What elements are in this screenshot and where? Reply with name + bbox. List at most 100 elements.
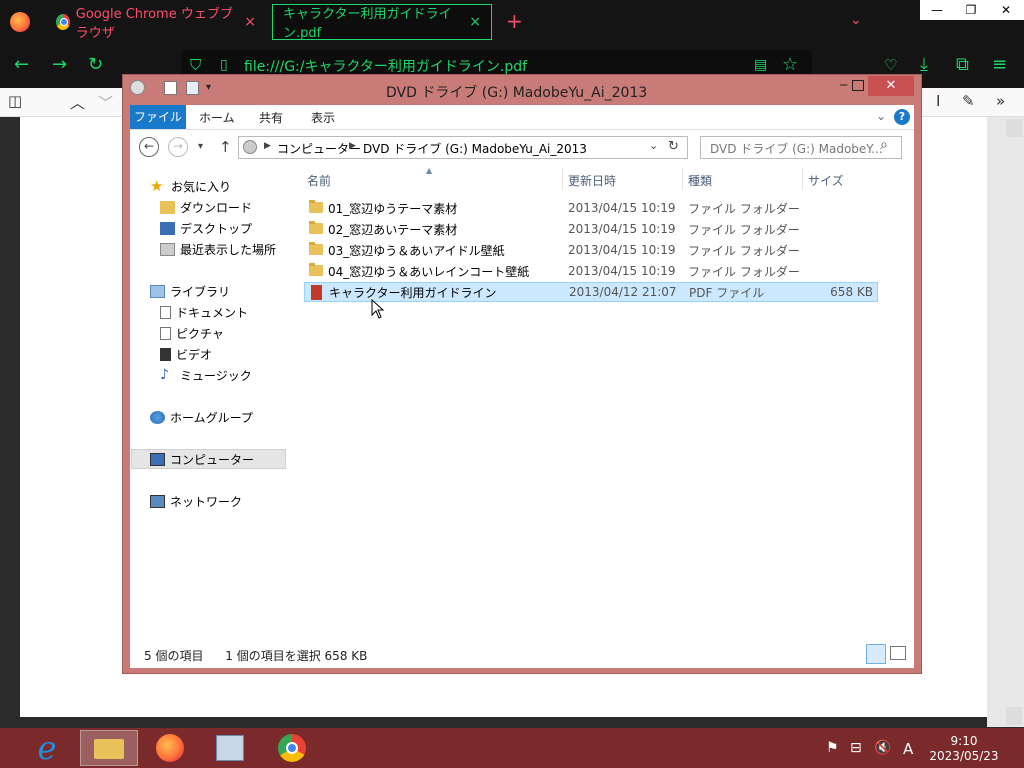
chrome-icon[interactable] bbox=[264, 730, 322, 766]
back-arrow-icon[interactable]: ← bbox=[14, 55, 29, 75]
column-divider[interactable] bbox=[682, 168, 683, 190]
tab-view[interactable]: 表示 bbox=[311, 109, 335, 126]
maximize-button[interactable]: ❐ bbox=[954, 0, 988, 20]
file-row[interactable]: 03_窓辺ゆう＆あいアイドル壁紙 2013/04/15 10:19 ファイル フ… bbox=[304, 240, 878, 260]
close-tab-icon[interactable]: × bbox=[244, 14, 256, 30]
documents-icon bbox=[160, 305, 171, 319]
computer-icon bbox=[150, 452, 165, 466]
sidebar-toggle-icon[interactable]: ◫ bbox=[8, 92, 22, 110]
homegroup-icon bbox=[150, 410, 165, 424]
nav-videos[interactable]: ビデオ bbox=[160, 345, 212, 363]
tab-home[interactable]: ホーム bbox=[199, 109, 235, 126]
previous-page-icon[interactable]: ︿ bbox=[70, 92, 85, 113]
nav-label: ビデオ bbox=[176, 347, 213, 362]
nav-recent-places[interactable]: 最近表示した場所 bbox=[160, 240, 276, 258]
shield-icon[interactable]: ⛉ bbox=[190, 55, 201, 75]
reader-view-icon[interactable]: ▤ bbox=[754, 55, 767, 75]
back-button-icon[interactable]: ← bbox=[139, 137, 159, 157]
nav-downloads[interactable]: ダウンロード bbox=[160, 198, 252, 216]
desktop-icon bbox=[160, 221, 175, 235]
menu-icon[interactable]: ≡ bbox=[992, 55, 1007, 75]
next-page-icon[interactable]: ﹀ bbox=[98, 92, 113, 113]
tab-share[interactable]: 共有 bbox=[259, 109, 283, 126]
address-dropdown-icon[interactable]: ⌄ bbox=[649, 139, 658, 152]
tab-label: キャラクター利用ガイドライン.pdf bbox=[283, 7, 452, 41]
clock[interactable]: 9:10 2023/05/23 bbox=[925, 734, 1003, 764]
breadcrumb-drive[interactable]: DVD ドライブ (G:) MadobeYu_Ai_2013 bbox=[363, 140, 587, 157]
file-row[interactable]: 01_窓辺ゆうテーマ素材 2013/04/15 10:19 ファイル フォルダー bbox=[304, 198, 878, 218]
firefox-icon[interactable] bbox=[142, 730, 200, 766]
new-tab-button[interactable]: + bbox=[506, 11, 523, 31]
nav-favorites[interactable]: ★ お気に入り bbox=[150, 177, 231, 195]
refresh-icon[interactable]: ↻ bbox=[668, 139, 679, 154]
column-header-date[interactable]: 更新日時 bbox=[568, 172, 616, 189]
search-icon[interactable]: ⌕ bbox=[880, 137, 888, 153]
help-icon[interactable]: ? bbox=[894, 109, 910, 125]
url-text[interactable]: file:///G:/キャラクター利用ガイドライン.pdf bbox=[244, 56, 527, 76]
minimize-window-icon[interactable]: ─ bbox=[840, 78, 847, 92]
pocket-icon[interactable]: ♡ bbox=[884, 55, 897, 75]
nav-pictures[interactable]: ピクチャ bbox=[160, 324, 224, 342]
tab-file[interactable]: ファイル bbox=[130, 105, 186, 129]
draw-pen-icon[interactable]: ✎ bbox=[962, 92, 975, 110]
large-icons-view-icon[interactable] bbox=[890, 646, 906, 660]
bookmark-star-icon[interactable]: ☆ bbox=[782, 55, 798, 75]
forward-arrow-icon[interactable]: → bbox=[52, 55, 67, 75]
drive-icon[interactable] bbox=[130, 80, 145, 95]
maximize-window-icon[interactable] bbox=[852, 80, 864, 91]
column-divider[interactable] bbox=[802, 168, 803, 190]
nav-desktop[interactable]: デスクトップ bbox=[160, 219, 252, 237]
column-header-name[interactable]: 名前 bbox=[307, 172, 331, 189]
recent-locations-icon[interactable]: ▾ bbox=[198, 141, 203, 152]
customize-toolbar-icon[interactable]: ▾ bbox=[206, 82, 211, 93]
volume-muted-icon[interactable]: 🔇 bbox=[874, 740, 891, 756]
nav-label: 最近表示した場所 bbox=[180, 242, 277, 257]
chevron-right-icon[interactable]: ▶ bbox=[349, 141, 356, 151]
nav-libraries[interactable]: ライブラリ bbox=[150, 282, 230, 300]
file-row[interactable]: 02_窓辺あいテーマ素材 2013/04/15 10:19 ファイル フォルダー bbox=[304, 219, 878, 239]
expand-ribbon-icon[interactable]: ⌄ bbox=[876, 109, 886, 123]
firefox-logo-icon bbox=[156, 734, 184, 762]
file-name: 01_窓辺ゆうテーマ素材 bbox=[328, 201, 458, 216]
column-header-type[interactable]: 種類 bbox=[688, 172, 712, 189]
text-cursor-icon[interactable]: Ⅰ bbox=[936, 92, 940, 110]
search-placeholder[interactable]: DVD ドライブ (G:) MadobeY... bbox=[710, 140, 883, 157]
list-all-tabs-button[interactable]: ⌄ bbox=[850, 12, 862, 28]
tab-google-chrome[interactable]: Google Chrome ウェブブラウザ × bbox=[46, 4, 266, 41]
download-icon[interactable]: ⤓ bbox=[920, 55, 928, 75]
network-status-icon[interactable]: ⊟ bbox=[850, 740, 862, 756]
forward-button-icon[interactable]: → bbox=[168, 137, 188, 157]
nav-homegroup[interactable]: ホームグループ bbox=[150, 408, 253, 426]
scroll-up-icon[interactable] bbox=[1006, 119, 1022, 137]
internet-explorer-icon[interactable]: e bbox=[18, 730, 76, 766]
nav-documents[interactable]: ドキュメント bbox=[160, 303, 248, 321]
details-view-icon[interactable] bbox=[866, 644, 886, 664]
file-explorer-icon[interactable] bbox=[80, 730, 138, 766]
nav-computer[interactable]: コンピューター bbox=[150, 450, 254, 468]
column-divider[interactable] bbox=[562, 168, 563, 190]
extensions-icon[interactable]: ⧉ bbox=[956, 55, 969, 75]
nav-network[interactable]: ネットワーク bbox=[150, 492, 242, 510]
nav-music[interactable]: ♪ ミュージック bbox=[160, 366, 252, 384]
up-arrow-icon[interactable]: ↑ bbox=[219, 138, 232, 156]
tab-pdf[interactable]: キャラクター利用ガイドライン.pdf × bbox=[272, 4, 492, 41]
minimize-button[interactable]: — bbox=[920, 0, 954, 20]
chevron-right-icon[interactable]: ▶ bbox=[264, 141, 271, 151]
column-header-size[interactable]: サイズ bbox=[808, 172, 844, 189]
more-tools-icon[interactable]: » bbox=[996, 92, 1005, 110]
file-row[interactable]: 04_窓辺ゆう＆あいレインコート壁紙 2013/04/15 10:19 ファイル… bbox=[304, 261, 878, 281]
flag-icon[interactable]: ⚑ bbox=[826, 740, 839, 756]
file-size: 658 KB bbox=[830, 285, 873, 299]
close-tab-icon[interactable]: × bbox=[469, 14, 481, 30]
new-folder-icon[interactable] bbox=[186, 81, 199, 95]
scroll-down-icon[interactable] bbox=[1006, 707, 1022, 725]
close-window-button[interactable]: ✕ bbox=[988, 0, 1024, 20]
pdf-scrollbar[interactable] bbox=[987, 117, 1024, 727]
media-center-icon[interactable] bbox=[202, 730, 260, 766]
ime-indicator[interactable]: A bbox=[903, 740, 913, 758]
close-window-icon[interactable]: ✕ bbox=[868, 76, 914, 96]
file-type: ファイル フォルダー bbox=[688, 201, 800, 216]
reload-icon[interactable]: ↻ bbox=[88, 55, 103, 75]
properties-icon[interactable] bbox=[164, 81, 177, 95]
file-row-selected[interactable]: キャラクター利用ガイドライン 2013/04/12 21:07 PDF ファイル… bbox=[304, 282, 878, 302]
